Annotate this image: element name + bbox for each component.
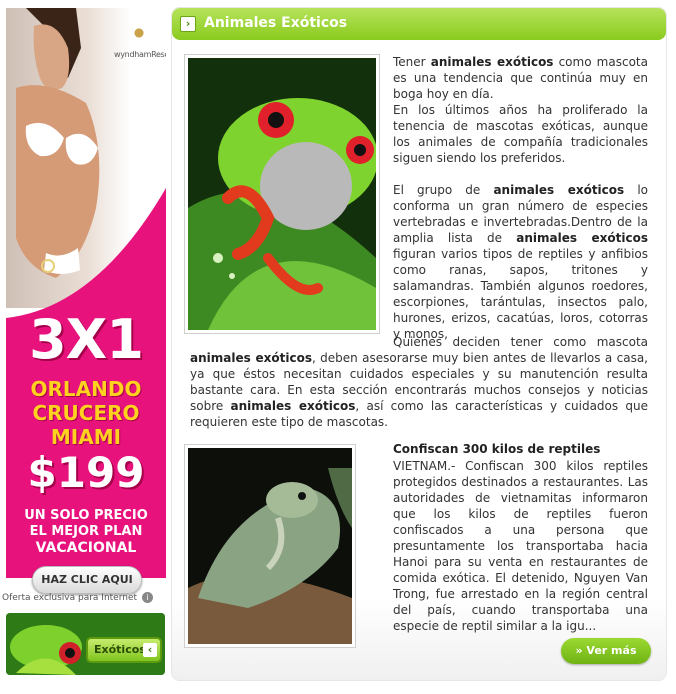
ad-offer-text: Oferta exclusiva para Internet	[2, 593, 138, 603]
ad-subtext-2: EL MEJOR PLAN	[29, 524, 143, 539]
exoticos-label: Exóticos	[94, 643, 146, 656]
info-icon[interactable]: i	[141, 592, 153, 603]
intro-paragraph-1: Tener animales exóticos como mascota es …	[393, 54, 648, 166]
intro-paragraph-4: Quienes deciden tener como mascota anima…	[190, 334, 648, 430]
ad-destination-1: ORLANDO	[30, 377, 142, 401]
red-eyed-tree-frog-photo	[188, 58, 378, 330]
wyndham-logo-icon	[130, 24, 148, 42]
wyndham-logo: wyndhamResorts	[114, 24, 166, 61]
ad-subtext-1: UN SOLO PRECIO	[24, 508, 148, 523]
ad-destination-2: CRUCERO	[32, 401, 140, 425]
exoticos-link[interactable]: Exóticos ‹	[6, 613, 165, 675]
ad-offer-note: Oferta exclusiva para Internet i	[2, 592, 166, 603]
intro-keyword: animales exóticos	[430, 55, 554, 69]
content-panel: › Animales Exóticos Tener animales exóti…	[172, 8, 666, 680]
ad-headline: 3X1	[29, 308, 144, 371]
ad-cta-button[interactable]: HAZ CLIC AQUI	[32, 566, 142, 594]
panel-header: › Animales Exóticos	[172, 8, 666, 40]
panel-title: Animales Exóticos	[204, 15, 348, 31]
exoticos-button[interactable]: Exóticos ‹	[86, 637, 162, 663]
intro-text: Tener	[393, 55, 431, 69]
iguana-image[interactable]	[184, 444, 356, 648]
intro-keyword: animales exóticos	[230, 399, 356, 413]
ver-mas-button[interactable]: » Ver más	[561, 638, 651, 664]
ad-price: $199	[27, 448, 145, 497]
intro-keyword: animales exóticos	[190, 351, 312, 365]
intro-text: figuran varios tipos de reptiles y anfib…	[393, 247, 648, 341]
intro-paragraph-3: El grupo de animales exóticos lo conform…	[393, 182, 648, 342]
iguana-photo	[188, 448, 352, 644]
intro-text: El grupo de	[393, 183, 494, 197]
frog-image	[184, 54, 380, 334]
intro-keyword: animales exóticos	[493, 183, 625, 197]
advertisement-banner[interactable]: wyndhamResorts 3X1 ORLANDO CRUCERO MIAMI…	[6, 8, 166, 606]
ad-destination-3: MIAMI	[50, 425, 122, 449]
chevron-right-icon: ›	[180, 16, 196, 32]
intro-keyword: animales exóticos	[516, 231, 648, 245]
article-body: VIETNAM.- Confiscan 300 kilos reptiles p…	[393, 459, 648, 633]
chevron-left-icon: ‹	[143, 643, 157, 657]
intro-paragraph-2: En los últimos años ha proliferado la te…	[393, 103, 648, 165]
ad-subtext-3: VACACIONAL	[35, 540, 137, 556]
article-title[interactable]: Confiscan 300 kilos de reptiles	[393, 442, 648, 456]
intro-text: Quienes deciden tener como mascota	[393, 335, 648, 349]
